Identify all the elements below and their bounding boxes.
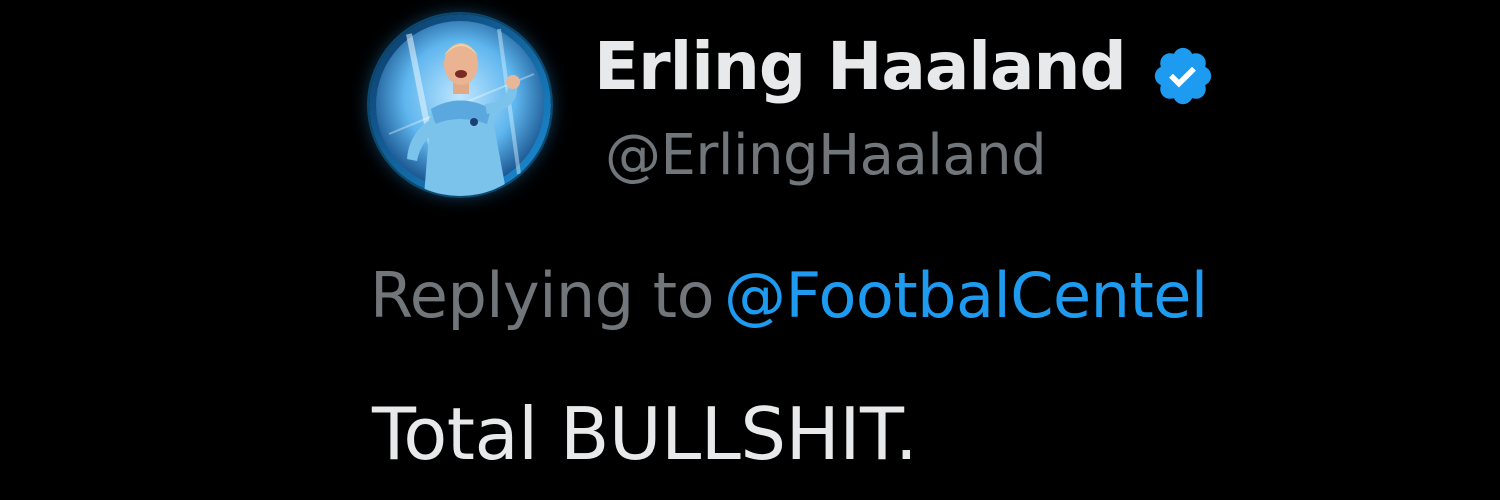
reply-prefix: Replying to [370,259,715,332]
display-name[interactable]: Erling Haaland [594,34,1127,100]
tweet-text: Total BULLSHIT. [372,392,918,476]
user-handle[interactable]: @ErlingHaaland [605,128,1047,184]
reply-mention-link[interactable]: @FootbalCentel [724,259,1208,332]
avatar[interactable] [369,14,551,196]
reply-context: Replying to @FootbalCentel [370,265,1208,327]
verified-badge-icon [1154,47,1212,105]
player-photo-icon [369,14,551,196]
